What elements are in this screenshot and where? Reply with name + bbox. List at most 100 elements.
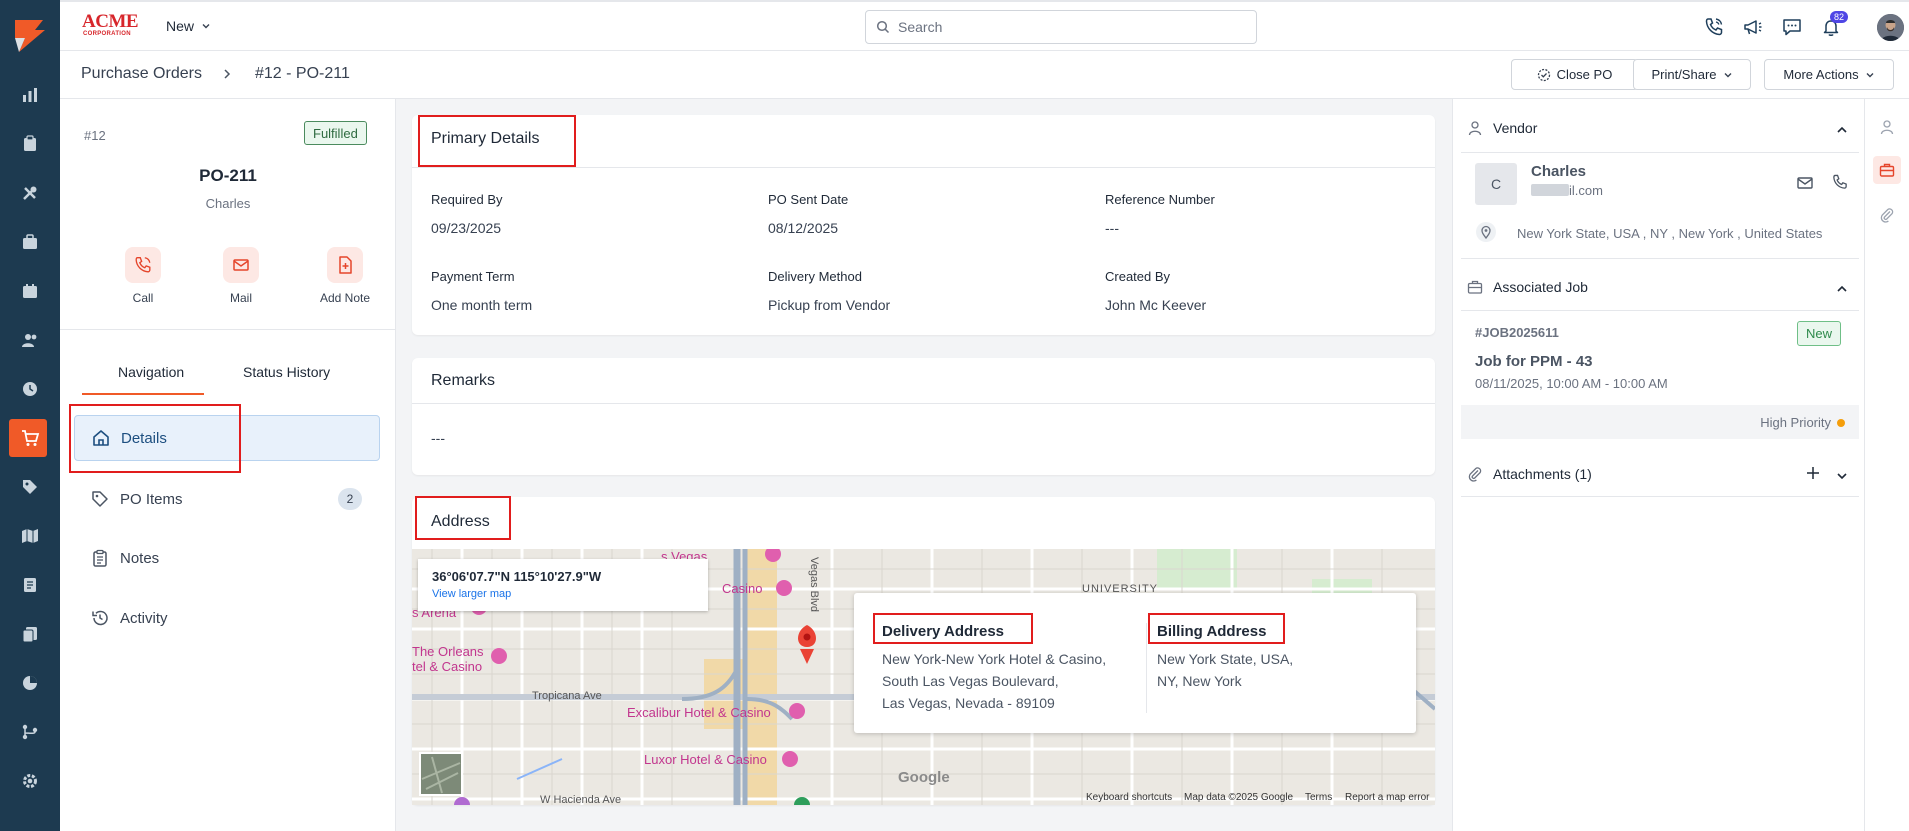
chevron-down-icon[interactable] xyxy=(1836,470,1848,482)
vendor-address: New York State, USA , NY , New York , Un… xyxy=(1517,226,1823,241)
breadcrumb-purchase-orders[interactable]: Purchase Orders xyxy=(81,65,202,83)
nav-item-po-items[interactable]: PO Items 2 xyxy=(74,476,380,522)
nav-item-activity[interactable]: Activity xyxy=(74,595,380,641)
delivery-method-value: Pickup from Vendor xyxy=(768,297,891,313)
chevron-up-icon[interactable] xyxy=(1836,283,1848,295)
chevron-up-icon[interactable] xyxy=(1836,124,1848,136)
rail-workflow-icon[interactable] xyxy=(0,712,60,752)
po-items-count-badge: 2 xyxy=(338,488,362,510)
new-menu-label: New xyxy=(166,18,195,34)
keyboard-shortcuts-link[interactable]: Keyboard shortcuts xyxy=(1086,792,1172,803)
highlight-box-delivery-address xyxy=(873,613,1033,644)
search-input[interactable] xyxy=(898,19,1228,35)
report-map-error-link[interactable]: Report a map error xyxy=(1345,792,1429,803)
close-po-button[interactable]: Close PO xyxy=(1511,59,1638,90)
rail-jobs-icon[interactable] xyxy=(0,222,60,262)
vendor-section-title: Vendor xyxy=(1493,120,1538,136)
mail-action[interactable]: Mail xyxy=(201,247,281,305)
associated-job-section-header[interactable]: Associated Job xyxy=(1467,279,1588,295)
divider xyxy=(1461,310,1859,311)
rail-tag-icon[interactable] xyxy=(0,467,60,507)
highlight-box-address xyxy=(415,496,511,540)
tab-navigation[interactable]: Navigation xyxy=(118,364,184,380)
payment-term-label: Payment Term xyxy=(431,269,515,284)
map-label-orleans: The Orleans xyxy=(412,644,484,659)
paperclip-icon xyxy=(1468,467,1482,482)
print-share-button[interactable]: Print/Share xyxy=(1633,59,1751,90)
job-priority: High Priority xyxy=(1760,415,1845,430)
megaphone-icon[interactable] xyxy=(1741,15,1765,39)
person-icon xyxy=(1468,121,1482,136)
nav-notes-label: Notes xyxy=(120,549,160,567)
highlight-box-billing-address xyxy=(1148,613,1285,644)
user-avatar[interactable] xyxy=(1877,14,1904,41)
brand-sub: CORPORATION xyxy=(83,31,131,37)
app-logo-icon[interactable] xyxy=(9,14,51,56)
rail-purchase-cart-icon[interactable] xyxy=(0,418,60,458)
search-box[interactable] xyxy=(865,10,1257,44)
rail-settings-icon[interactable] xyxy=(0,761,60,801)
more-actions-button[interactable]: More Actions xyxy=(1764,59,1894,90)
view-larger-map-link[interactable]: View larger map xyxy=(432,588,708,600)
divider xyxy=(1461,496,1859,497)
delivery-method-label: Delivery Method xyxy=(768,269,862,284)
chevron-down-icon xyxy=(1866,72,1874,77)
vendor-name[interactable]: Charles xyxy=(1531,163,1586,180)
remarks-title: Remarks xyxy=(431,372,496,389)
vendor-email: il.com xyxy=(1569,183,1603,198)
tab-status-history[interactable]: Status History xyxy=(243,364,330,380)
phone-icon[interactable] xyxy=(1831,173,1849,191)
chat-icon[interactable] xyxy=(1780,15,1804,39)
side-strip xyxy=(1864,99,1909,831)
vendor-section-header[interactable]: Vendor xyxy=(1467,120,1537,136)
rail-invoice-icon[interactable] xyxy=(0,565,60,605)
new-menu-button[interactable]: New xyxy=(166,18,211,34)
terms-link[interactable]: Terms xyxy=(1305,792,1332,803)
map-label-tropicana: Tropicana Ave xyxy=(532,690,602,702)
job-id[interactable]: #JOB2025611 xyxy=(1475,325,1559,340)
call-action[interactable]: Call xyxy=(103,247,183,305)
brand-logo[interactable]: ACME CORPORATION xyxy=(82,12,144,42)
rail-map-icon[interactable] xyxy=(0,516,60,556)
rail-calendar-icon[interactable] xyxy=(0,271,60,311)
mail-label: Mail xyxy=(229,291,252,305)
rail-clock-icon[interactable] xyxy=(0,369,60,409)
rail-reports-icon[interactable] xyxy=(0,75,60,115)
highlight-box-primary-details xyxy=(418,115,576,167)
remarks-value: --- xyxy=(431,430,445,446)
call-label: Call xyxy=(132,291,154,305)
attachments-section-header[interactable]: Attachments (1) xyxy=(1467,466,1592,482)
briefcase-icon[interactable] xyxy=(1873,156,1901,184)
delivery-address-line2: South Las Vegas Boulevard, xyxy=(882,673,1059,689)
paperclip-icon[interactable] xyxy=(1873,201,1901,229)
history-icon xyxy=(92,610,108,626)
phone-calls-icon[interactable] xyxy=(1702,15,1726,39)
rail-pie-chart-icon[interactable] xyxy=(0,663,60,703)
map-label-excalibur: Excalibur Hotel & Casino xyxy=(627,705,771,720)
remarks-card: Remarks --- xyxy=(412,358,1435,475)
rail-users-icon[interactable] xyxy=(0,320,60,360)
active-tab-indicator xyxy=(82,393,204,395)
job-title[interactable]: Job for PPM - 43 xyxy=(1475,353,1593,370)
address-map[interactable]: s Vegas Casino s Arena The Orleans tel &… xyxy=(412,549,1435,805)
chevron-down-icon xyxy=(202,24,210,29)
phone-icon xyxy=(125,247,161,283)
po-sent-date-value: 08/12/2025 xyxy=(768,220,839,236)
contact-person-icon[interactable] xyxy=(1873,113,1901,141)
job-status-badge: New xyxy=(1797,321,1842,346)
add-attachment-icon[interactable] xyxy=(1806,466,1820,480)
rail-documents-icon[interactable] xyxy=(0,614,60,654)
created-by-value: John Mc Keever xyxy=(1105,297,1207,313)
briefcase-icon xyxy=(1467,280,1483,294)
mail-icon[interactable] xyxy=(1796,174,1814,192)
add-note-action[interactable]: Add Note xyxy=(305,247,385,305)
rail-tasks-icon[interactable] xyxy=(0,124,60,164)
highlight-box-details xyxy=(69,404,241,473)
close-po-label: Close PO xyxy=(1556,67,1613,82)
location-pin-icon xyxy=(1476,222,1496,242)
nav-item-notes[interactable]: Notes xyxy=(74,535,380,581)
billing-address-line2: NY, New York xyxy=(1157,673,1242,689)
mail-icon xyxy=(223,247,259,283)
divider xyxy=(60,329,396,330)
rail-tools-icon[interactable] xyxy=(0,173,60,213)
